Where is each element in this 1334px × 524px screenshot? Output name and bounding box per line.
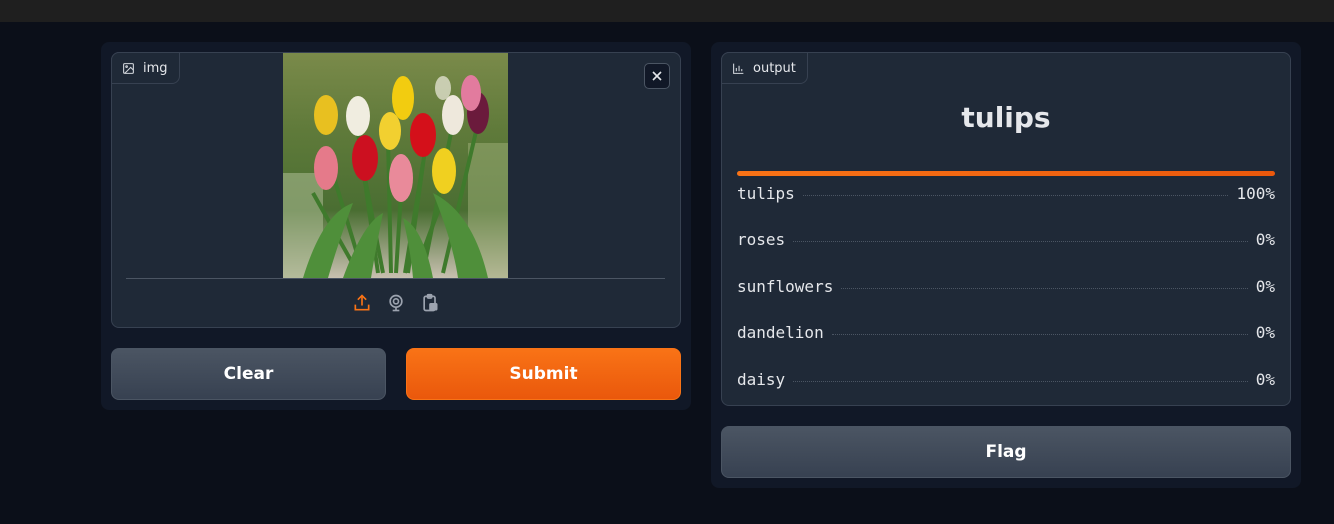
output-block-label: output — [721, 52, 808, 84]
image-block-label: img — [111, 52, 180, 84]
output-panel: output tulips tulips 100% roses 0% sunflower… — [711, 42, 1301, 488]
confidence-label: daisy — [737, 369, 786, 389]
confidence-row: dandelion 0% — [737, 310, 1275, 356]
confidence-percent: 0% — [1255, 276, 1275, 296]
input-panel: img Clear Submit — [101, 42, 691, 410]
image-icon — [122, 62, 135, 75]
confidence-percent: 0% — [1255, 323, 1275, 343]
confidence-percent: 0% — [1255, 369, 1275, 389]
clipboard-paste-icon[interactable] — [418, 291, 442, 315]
flag-button[interactable]: Flag — [721, 426, 1291, 478]
confidence-percent: 100% — [1236, 184, 1275, 203]
uploaded-tulip-image — [283, 53, 508, 278]
confidence-dots — [793, 241, 1248, 243]
clear-image-button[interactable] — [644, 63, 670, 89]
predicted-label: tulips — [961, 101, 1051, 134]
clear-button[interactable]: Clear — [111, 348, 386, 400]
confidence-label: roses — [737, 230, 786, 250]
confidence-dots — [831, 334, 1248, 336]
output-label-text: output — [753, 60, 796, 76]
close-icon — [652, 71, 662, 81]
browser-top-bar — [0, 0, 1334, 22]
confidence-label: tulips — [737, 184, 795, 203]
confidence-percent: 0% — [1255, 230, 1275, 250]
confidence-dots — [841, 287, 1248, 289]
confidence-row: tulips 100% — [737, 171, 1275, 217]
confidence-dots — [802, 195, 1229, 196]
confidence-row: sunflowers 0% — [737, 264, 1275, 310]
submit-button[interactable]: Submit — [406, 348, 681, 400]
confidence-dots — [793, 380, 1248, 382]
image-source-selector — [112, 291, 680, 317]
image-label-text: img — [143, 60, 168, 76]
confidence-row: daisy 0% — [737, 357, 1275, 403]
webcam-icon[interactable] — [384, 291, 408, 315]
bar-chart-icon — [732, 62, 745, 75]
image-input-block[interactable]: img — [111, 52, 681, 328]
label-output-block: output tulips tulips 100% roses 0% sunflower… — [721, 52, 1291, 406]
confidence-bar — [737, 171, 1275, 176]
confidence-label: dandelion — [737, 323, 824, 343]
confidence-row: roses 0% — [737, 217, 1275, 263]
confidence-list: tulips 100% roses 0% sunflowers 0% dandelion 0%… — [737, 171, 1275, 403]
image-divider — [126, 278, 665, 279]
upload-icon[interactable] — [350, 291, 374, 315]
confidence-label: sunflowers — [737, 276, 834, 296]
